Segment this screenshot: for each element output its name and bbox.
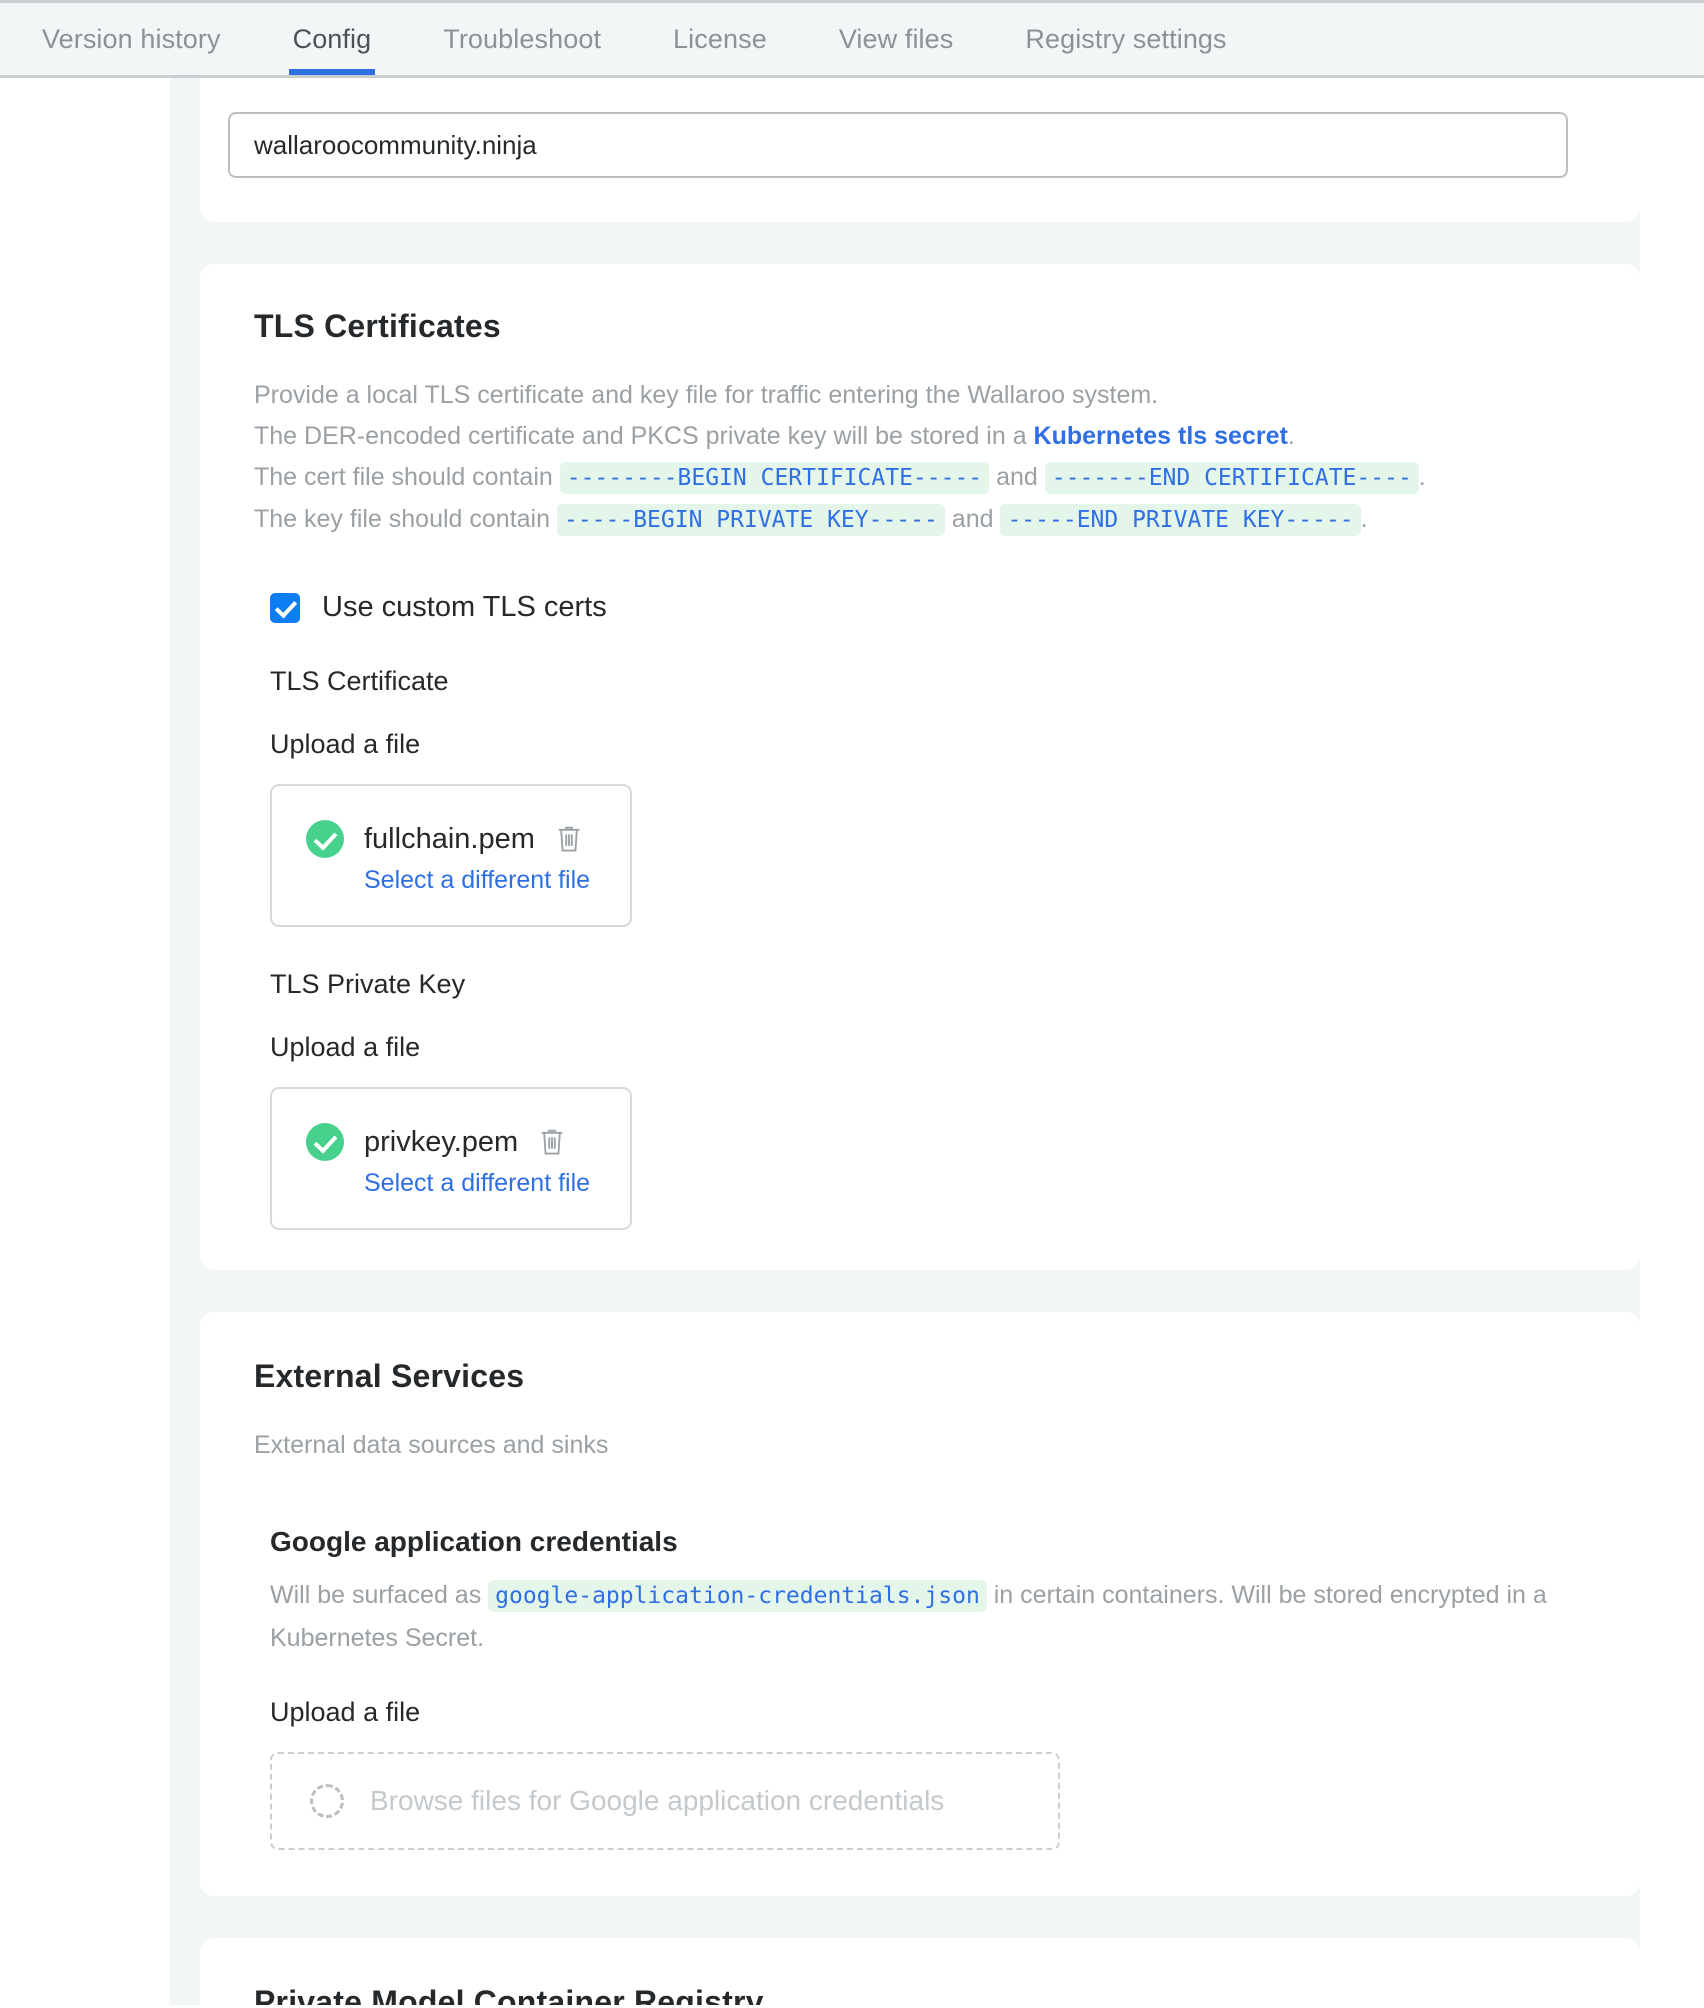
tls-certificate-filebox: fullchain.pem Select a different file <box>270 784 632 927</box>
trash-icon[interactable] <box>555 824 583 854</box>
tls-certificate-label: TLS Certificate <box>270 666 1612 697</box>
domain-card <box>200 78 1640 222</box>
domain-input[interactable] <box>228 112 1568 178</box>
tls-desc-line-2-pre: The DER-encoded certificate and PKCS pri… <box>254 422 1034 450</box>
tls-private-key-filerow: privkey.pem <box>306 1123 590 1161</box>
tls-desc-line-2: The DER-encoded certificate and PKCS pri… <box>254 416 1612 457</box>
tls-certificate-filerow: fullchain.pem <box>306 820 590 858</box>
tab-bar: Version history Config Troubleshoot Lice… <box>0 0 1704 78</box>
tls-section-description: Provide a local TLS certificate and key … <box>254 375 1612 541</box>
tls-desc-line-3-post: . <box>1419 463 1426 491</box>
tls-desc-line-4: The key file should contain -----BEGIN P… <box>254 499 1612 541</box>
begin-private-key-code: -----BEGIN PRIVATE KEY----- <box>557 504 945 536</box>
tls-desc-line-4-post: . <box>1361 505 1368 533</box>
tls-private-key-filename: privkey.pem <box>364 1126 518 1159</box>
private-registry-title: Private Model Container Registry <box>254 1984 1612 2005</box>
tls-desc-line-4-mid: and <box>945 505 1001 533</box>
tls-private-key-label: TLS Private Key <box>270 969 1612 1000</box>
google-credentials-title: Google application credentials <box>270 1526 1612 1558</box>
private-registry-card: Private Model Container Registry Wallaro… <box>200 1938 1640 2005</box>
google-credentials-browse-text: Browse files for Google application cred… <box>370 1785 944 1817</box>
card-gap <box>200 222 1640 264</box>
tab-troubleshoot[interactable]: Troubleshoot <box>407 24 637 75</box>
tls-desc-line-3-mid: and <box>989 463 1045 491</box>
card-gap <box>200 1896 1640 1938</box>
google-credentials-upload-label: Upload a file <box>270 1697 1612 1728</box>
card-gap <box>200 1270 1640 1312</box>
end-certificate-code: -------END CERTIFICATE---- <box>1045 462 1419 494</box>
tls-private-key-upload-label: Upload a file <box>270 1032 1612 1063</box>
tls-section-title: TLS Certificates <box>254 308 1612 345</box>
tls-certificate-upload-label: Upload a file <box>270 729 1612 760</box>
tls-certificate-select-different-file[interactable]: Select a different file <box>364 866 590 895</box>
use-custom-tls-certs-checkbox[interactable] <box>270 593 300 623</box>
tls-private-key-select-different-file[interactable]: Select a different file <box>364 1169 590 1198</box>
config-page: TLS Certificates Provide a local TLS cer… <box>0 78 1704 2005</box>
tls-certificate-filename: fullchain.pem <box>364 823 535 856</box>
gac-json-filename-code: google-application-credentials.json <box>488 1580 987 1612</box>
tab-config[interactable]: Config <box>257 24 408 75</box>
google-credentials-description: Will be surfaced as google-application-c… <box>270 1574 1550 1659</box>
tab-registry-settings[interactable]: Registry settings <box>989 24 1262 75</box>
tls-desc-line-2-post: . <box>1288 422 1295 450</box>
use-custom-tls-certs-label: Use custom TLS certs <box>322 591 607 624</box>
kubernetes-tls-secret-link[interactable]: Kubernetes tls secret <box>1034 422 1288 450</box>
end-private-key-code: -----END PRIVATE KEY----- <box>1000 504 1360 536</box>
tls-desc-line-3-pre: The cert file should contain <box>254 463 560 491</box>
google-credentials-browse-dropzone[interactable]: Browse files for Google application cred… <box>270 1752 1060 1850</box>
tls-certificates-card: TLS Certificates Provide a local TLS cer… <box>200 264 1640 1270</box>
tab-version-history[interactable]: Version history <box>6 24 257 75</box>
check-circle-icon <box>306 820 344 858</box>
tls-private-key-filebox: privkey.pem Select a different file <box>270 1087 632 1230</box>
external-services-card: External Services External data sources … <box>200 1312 1640 1896</box>
use-custom-tls-certs-row[interactable]: Use custom TLS certs <box>270 591 1612 624</box>
gac-desc-pre: Will be surfaced as <box>270 1581 488 1609</box>
dashed-circle-icon <box>310 1784 344 1818</box>
tls-desc-line-4-pre: The key file should contain <box>254 505 557 533</box>
tab-license[interactable]: License <box>637 24 803 75</box>
tls-desc-line-1: Provide a local TLS certificate and key … <box>254 375 1612 416</box>
external-services-description: External data sources and sinks <box>254 1425 1612 1466</box>
trash-icon[interactable] <box>538 1127 566 1157</box>
config-column: TLS Certificates Provide a local TLS cer… <box>200 78 1640 2005</box>
tls-desc-line-3: The cert file should contain --------BEG… <box>254 457 1612 499</box>
tls-fields: Use custom TLS certs TLS Certificate Upl… <box>270 591 1612 1230</box>
begin-certificate-code: --------BEGIN CERTIFICATE----- <box>560 462 989 494</box>
check-circle-icon <box>306 1123 344 1161</box>
tab-view-files[interactable]: View files <box>803 24 990 75</box>
external-services-title: External Services <box>254 1358 1612 1395</box>
